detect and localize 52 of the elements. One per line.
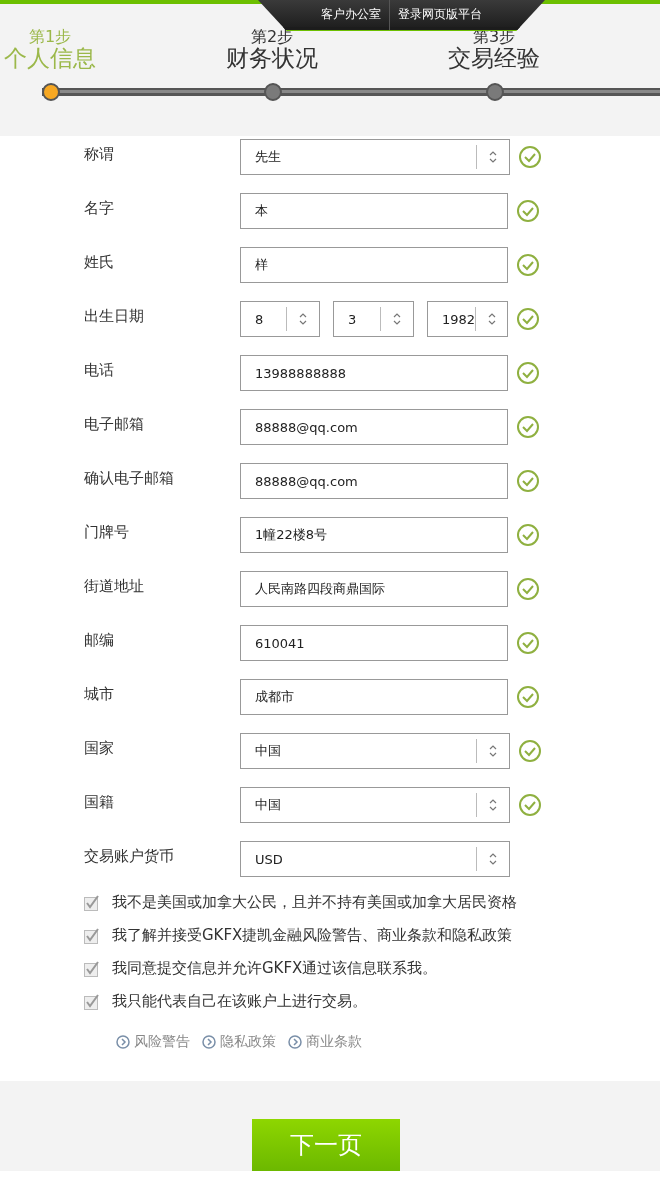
select-field[interactable]: 3 xyxy=(333,301,414,337)
nav-link[interactable]: 登录网页版平台 xyxy=(389,0,490,30)
chevron-circle-icon xyxy=(288,1035,302,1049)
field-label: 街道地址 xyxy=(84,576,145,596)
chevron-circle-icon xyxy=(116,1035,130,1049)
agreement-text: 我了解并接受GKFX捷凯金融风险警告、商业条款和隐私政策 xyxy=(112,926,513,945)
field-label: 邮编 xyxy=(84,630,115,650)
checkbox[interactable] xyxy=(84,927,100,944)
policy-link[interactable]: 风险警告 xyxy=(116,1033,190,1051)
select-field[interactable]: 中国 xyxy=(240,787,510,823)
agreement-text: 我不是美国或加拿大公民，且并不持有美国或加拿大居民资格 xyxy=(112,893,517,912)
select-field[interactable]: USD xyxy=(240,841,510,877)
checkbox[interactable] xyxy=(84,993,100,1010)
input-field[interactable]: 样 xyxy=(240,247,508,283)
policy-link[interactable]: 隐私政策 xyxy=(202,1033,276,1051)
field-label: 门牌号 xyxy=(84,522,130,542)
select-field[interactable]: 中国 xyxy=(240,733,510,769)
input-field[interactable]: 1幢22楼8号 xyxy=(240,517,508,553)
step-title: 个人信息 xyxy=(4,45,96,71)
input-field[interactable]: 本 xyxy=(240,193,508,229)
step-title: 交易经验 xyxy=(448,45,540,71)
input-field[interactable]: 88888@qq.com xyxy=(240,463,508,499)
input-field[interactable]: 13988888888 xyxy=(240,355,508,391)
field-label: 出生日期 xyxy=(84,306,145,326)
field-label: 确认电子邮箱 xyxy=(84,468,175,488)
agreement-text: 我只能代表自己在该账户上进行交易。 xyxy=(112,992,367,1011)
select-field[interactable]: 1982 xyxy=(427,301,508,337)
field-label: 电话 xyxy=(84,360,115,380)
field-label: 称谓 xyxy=(84,144,115,164)
select-field[interactable]: 先生 xyxy=(240,139,510,175)
step-tab[interactable]: 第2步 财务状况 xyxy=(222,29,322,71)
input-field[interactable]: 成都市 xyxy=(240,679,508,715)
policy-link[interactable]: 商业条款 xyxy=(288,1033,362,1051)
field-label: 城市 xyxy=(84,684,115,704)
checkbox[interactable] xyxy=(84,960,100,977)
field-label: 电子邮箱 xyxy=(84,414,145,434)
agreement-text: 我同意提交信息并允许GKFX通过该信息联系我。 xyxy=(112,959,438,978)
step-number: 第1步 xyxy=(28,29,72,45)
select-field[interactable]: 8 xyxy=(240,301,320,337)
step-title: 财务状况 xyxy=(226,45,318,71)
field-label: 交易账户货币 xyxy=(84,846,175,866)
input-field[interactable]: 人民南路四段商鼎国际 xyxy=(240,571,508,607)
step-number: 第2步 xyxy=(250,29,294,45)
field-label: 名字 xyxy=(84,198,115,218)
field-label: 国籍 xyxy=(84,792,115,812)
nav-link[interactable]: 客户办公室 xyxy=(313,0,389,30)
checkbox[interactable] xyxy=(84,894,100,911)
input-field[interactable]: 88888@qq.com xyxy=(240,409,508,445)
field-label: 国家 xyxy=(84,738,115,758)
field-label: 姓氏 xyxy=(84,252,115,272)
input-field[interactable]: 610041 xyxy=(240,625,508,661)
chevron-circle-icon xyxy=(202,1035,216,1049)
